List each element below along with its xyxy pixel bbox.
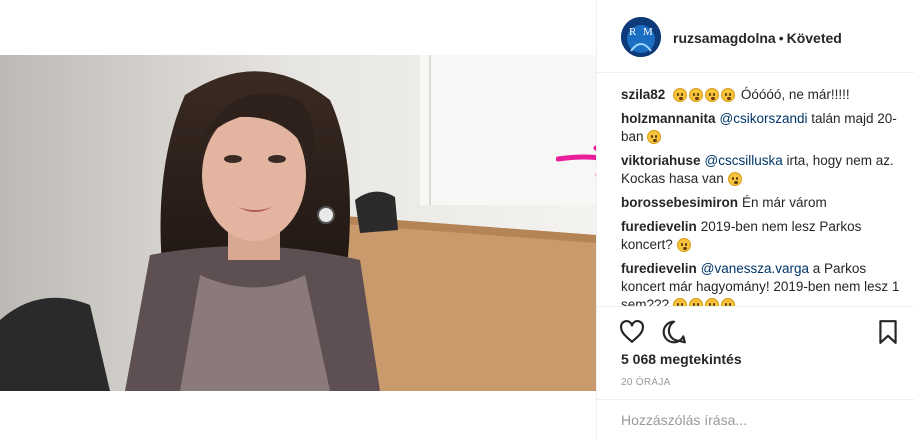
comment-username[interactable]: borossebesimiron <box>621 195 738 210</box>
comment-input[interactable] <box>621 408 891 432</box>
comment-username[interactable]: furedievelin <box>621 261 697 276</box>
comment-username[interactable]: szila82 <box>621 87 665 102</box>
comment: viktoriahuse @cscsilluska irta, hogy nem … <box>621 152 901 188</box>
astonished-emoji-icon <box>673 88 688 102</box>
video-frame <box>0 55 596 391</box>
comment: furedievelin @vanessza.varga a Parkos kon… <box>621 260 901 306</box>
svg-text:M: M <box>643 26 653 38</box>
comment-username[interactable]: holzmannanita <box>621 111 716 126</box>
comment-text: Én már várom <box>742 195 827 210</box>
video-player[interactable] <box>0 55 596 391</box>
post-media <box>0 0 596 438</box>
view-count[interactable]: 5 068 megtekintés <box>621 351 742 367</box>
surprised-emoji-icon <box>676 238 691 252</box>
comment-text: Óóóóó, ne már!!!!! <box>737 87 850 102</box>
follow-status-button[interactable]: Követed <box>787 30 842 46</box>
comment-form <box>597 399 914 439</box>
grinning-emoji-icon <box>720 298 735 306</box>
yum-emoji-icon <box>727 172 742 186</box>
astonished-emoji-icon <box>705 88 720 102</box>
grinning-emoji-icon <box>688 298 703 306</box>
username-link[interactable]: ruzsamagdolna <box>673 30 776 46</box>
thinking-emoji-icon <box>647 130 662 144</box>
heart-outline-icon[interactable] <box>619 319 645 345</box>
comment: furedievelin 2019-ben nem lesz Parkos kon… <box>621 218 901 254</box>
bookmark-icon[interactable] <box>875 319 901 345</box>
comment: holzmannanita @csikorszandi talán majd 20… <box>621 110 901 146</box>
post-sidebar: R M ruzsamagdolna • Követed szila82 Óóóóó,… <box>596 0 914 438</box>
comments-list: szila82 Óóóóó, ne már!!!!! holzmannanita… <box>621 74 901 306</box>
comment-mention[interactable]: @cscsilluska <box>705 153 783 168</box>
post-header: R M ruzsamagdolna • Követed <box>597 0 914 73</box>
comment-username[interactable]: furedievelin <box>621 219 697 234</box>
grinning-emoji-icon <box>704 298 719 306</box>
post-timestamp[interactable]: 20 ÓRÁJA <box>621 377 671 388</box>
speech-bubble-icon[interactable] <box>661 319 687 345</box>
comment: szila82 Óóóóó, ne már!!!!! <box>621 86 901 104</box>
separator: • <box>778 30 784 46</box>
svg-text:R: R <box>629 26 637 38</box>
comment-clipped <box>621 74 901 84</box>
post-actions: 5 068 megtekintés 20 ÓRÁJA <box>597 306 914 436</box>
astonished-emoji-icon <box>689 88 704 102</box>
astonished-emoji-icon <box>721 88 736 102</box>
comment-username[interactable]: viktoriahuse <box>621 153 701 168</box>
post-author: ruzsamagdolna • Követed <box>673 30 842 46</box>
grinning-emoji-icon <box>672 298 687 306</box>
comment: borossebesimiron Én már várom <box>621 194 901 212</box>
avatar[interactable]: R M <box>621 17 661 57</box>
comment-mention[interactable]: @vanessza.varga <box>701 261 809 276</box>
comment-mention[interactable]: @csikorszandi <box>720 111 808 126</box>
